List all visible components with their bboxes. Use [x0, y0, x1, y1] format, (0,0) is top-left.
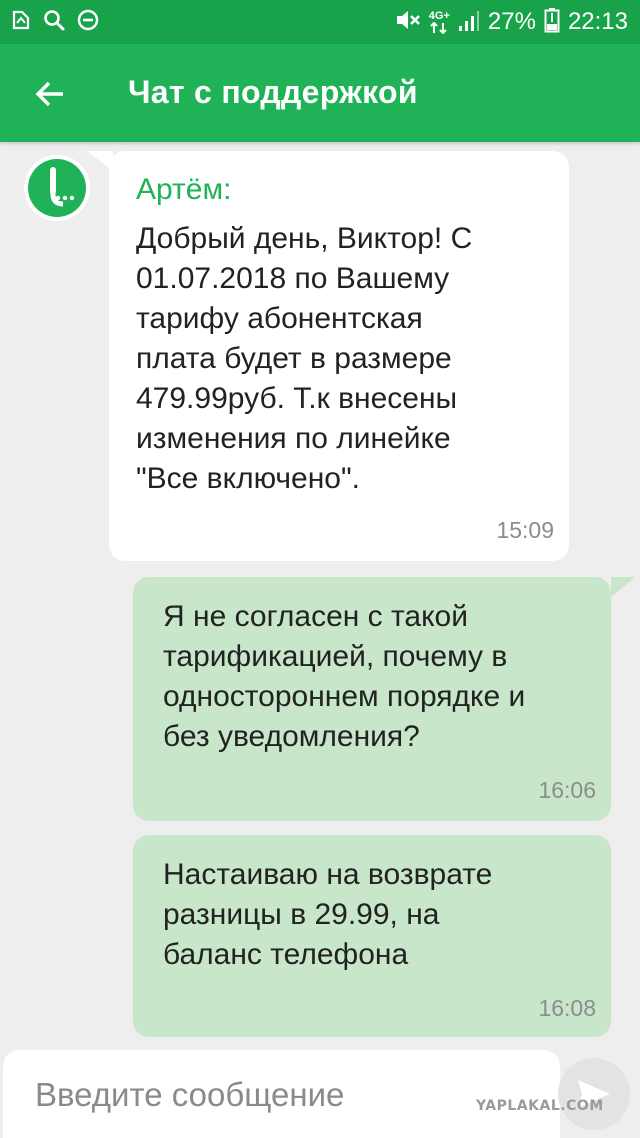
- message-text: Я не согласен с такой тарификацией, поче…: [163, 597, 593, 757]
- avatar: [24, 155, 90, 221]
- battery-percent: 27%: [487, 8, 536, 35]
- message-line: 01.07.2018 по Вашему: [136, 262, 450, 295]
- message-bubble-incoming[interactable]: Артём: Добрый день, Виктор! С 01.07.2018…: [109, 151, 569, 561]
- sender-name: Артём:: [136, 173, 232, 206]
- do-not-disturb-icon: [76, 8, 100, 37]
- watermark: YAPLAKAL.COM: [476, 1098, 604, 1114]
- network-label: 4G+: [428, 9, 450, 22]
- message-input[interactable]: Введите сообщение: [3, 1050, 560, 1138]
- clock: 22:13: [567, 8, 628, 35]
- message-line: без уведомления?: [163, 720, 420, 753]
- message-line: 479.99руб. Т.к внесены: [136, 382, 458, 415]
- message-line: плата будет в размере: [136, 342, 452, 375]
- status-bar-notifications: [10, 8, 100, 36]
- back-button[interactable]: [28, 72, 72, 116]
- message-time: 16:08: [538, 995, 596, 1021]
- status-bar: 4G+ 27% 22:13: [0, 0, 640, 44]
- battery-icon: [544, 7, 560, 38]
- message-line: Настаиваю на возврате: [163, 858, 493, 891]
- bubble-tail: [611, 577, 635, 597]
- arrow-left-icon: [35, 81, 63, 107]
- network-icon: 4G+: [428, 9, 450, 34]
- app-toolbar: Чат с поддержкой: [0, 44, 640, 142]
- message-text: Настаиваю на возврате разницы в 29.99, н…: [163, 855, 593, 975]
- notification-icon: [10, 9, 32, 36]
- message-line: тарифу абонентская: [136, 302, 423, 335]
- message-time: 16:06: [538, 777, 596, 803]
- message-text: Добрый день, Виктор! С 01.07.2018 по Ваш…: [136, 219, 556, 499]
- megafon-logo-icon: [28, 159, 86, 217]
- message-line: Я не согласен с такой: [163, 600, 468, 633]
- message-line: тарификацией, почему в: [163, 640, 508, 673]
- message-bubble-outgoing[interactable]: Я не согласен с такой тарификацией, поче…: [133, 577, 611, 821]
- page-title: Чат с поддержкой: [128, 74, 418, 110]
- status-bar-system: 4G+ 27% 22:13: [395, 7, 628, 38]
- message-line: Добрый день, Виктор! С: [136, 222, 473, 255]
- send-button[interactable]: [558, 1058, 630, 1130]
- message-line: изменения по линейке: [136, 422, 451, 455]
- signal-icon: [458, 8, 480, 37]
- message-line: разницы в 29.99, на: [163, 898, 440, 931]
- message-time: 15:09: [496, 517, 554, 543]
- message-line: "Все включено".: [136, 462, 360, 495]
- message-line: баланс телефона: [163, 938, 409, 971]
- message-bubble-outgoing[interactable]: Настаиваю на возврате разницы в 29.99, н…: [133, 835, 611, 1037]
- message-line: одностороннем порядке и: [163, 680, 526, 713]
- mute-icon: [395, 8, 421, 37]
- search-icon: [42, 8, 66, 37]
- message-input-placeholder: Введите сообщение: [35, 1076, 345, 1113]
